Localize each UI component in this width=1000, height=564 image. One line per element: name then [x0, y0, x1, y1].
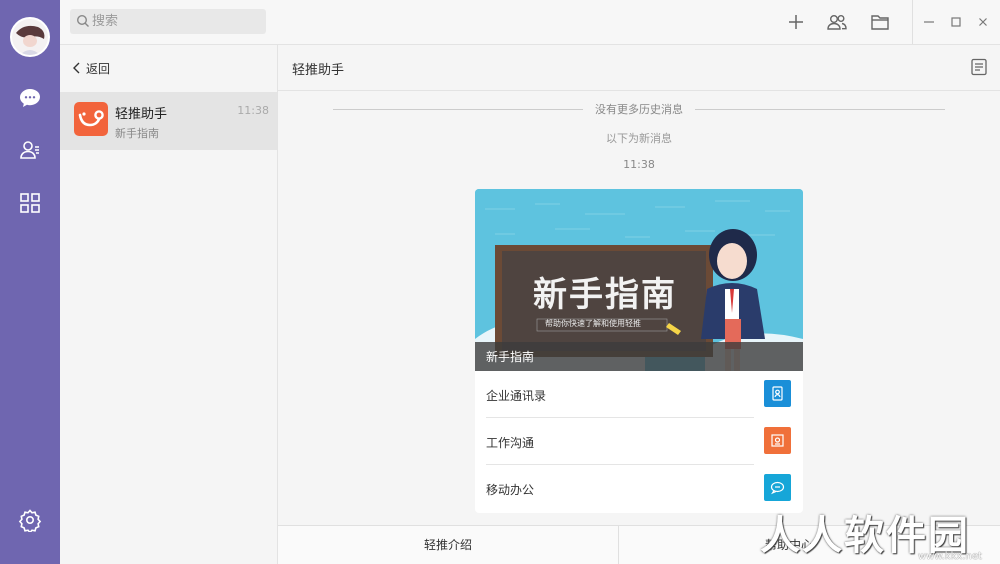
- folder-icon[interactable]: [870, 12, 890, 32]
- group-users-icon[interactable]: [826, 12, 848, 32]
- card-caption-text: 新手指南: [486, 350, 535, 364]
- conversation-time: 11:38: [237, 104, 269, 117]
- intro-menu-button[interactable]: 轻推介绍: [278, 526, 618, 564]
- new-messages-label: 以下为新消息: [606, 132, 672, 145]
- back-button[interactable]: 返回: [72, 59, 110, 77]
- banner-subtitle: 帮助你快速了解和使用轻推: [545, 319, 641, 328]
- mobile-office-icon: [764, 474, 791, 501]
- search-input[interactable]: [92, 9, 262, 34]
- messages-icon[interactable]: [18, 86, 42, 110]
- conversation-item[interactable]: 轻推助手 新手指南 11:38: [60, 92, 277, 150]
- search-box: [70, 9, 266, 34]
- site-watermark: 人人软件园 www.kkx.net: [760, 503, 1000, 564]
- conversation-preview: 新手指南: [115, 127, 159, 140]
- conversation-list: 返回 轻推助手 新手指南 11:38: [60, 45, 278, 564]
- assistant-logo-icon: [74, 102, 108, 136]
- watermark-url: www.kkx.net: [918, 551, 982, 562]
- chat-info-icon[interactable]: [970, 58, 988, 76]
- maximize-icon[interactable]: [949, 15, 963, 29]
- chat-panel: 轻推助手 没有更多历史消息 以下为新消息 11:38 新手指南 帮助你快速了解和…: [278, 45, 1000, 564]
- add-plus-icon[interactable]: [786, 12, 806, 32]
- guide-card[interactable]: 新手指南 帮助你快速了解和使用轻推 新手指南 企业通讯录 工作沟通 移动办公: [475, 189, 803, 513]
- settings-gear-icon[interactable]: [18, 508, 42, 532]
- chat-header: 轻推助手: [278, 45, 1000, 91]
- user-avatar[interactable]: [10, 17, 50, 57]
- contacts-icon: [764, 380, 791, 407]
- card-row-contacts[interactable]: 企业通讯录: [475, 371, 803, 418]
- apps-grid-icon[interactable]: [18, 191, 42, 215]
- card-banner-image[interactable]: 新手指南 帮助你快速了解和使用轻推 新手指南: [475, 189, 803, 371]
- chat-title: 轻推助手: [292, 63, 345, 78]
- toolbar-divider: [912, 0, 913, 44]
- chat-box-icon: [764, 427, 791, 454]
- message-time: 11:38: [623, 158, 655, 171]
- contacts-nav-icon[interactable]: [18, 138, 42, 162]
- card-row-mobile-office[interactable]: 移动办公: [475, 465, 803, 512]
- card-row-label: 移动办公: [486, 483, 535, 497]
- conversation-name: 轻推助手: [115, 107, 168, 122]
- card-row-label: 工作沟通: [486, 436, 535, 450]
- history-divider: 没有更多历史消息: [333, 101, 945, 117]
- card-row-label: 企业通讯录: [486, 389, 547, 403]
- card-row-work-chat[interactable]: 工作沟通: [475, 418, 803, 465]
- search-icon: [76, 14, 89, 27]
- left-nav: [0, 0, 60, 564]
- top-bar: [60, 0, 1000, 45]
- banner-title: 新手指南: [533, 275, 677, 315]
- divider-line: [695, 109, 945, 110]
- card-caption: 新手指南: [475, 342, 803, 371]
- back-label: 返回: [86, 61, 111, 76]
- close-icon[interactable]: [976, 15, 990, 29]
- minimize-icon[interactable]: [922, 15, 936, 29]
- chevron-left-icon: [73, 62, 80, 74]
